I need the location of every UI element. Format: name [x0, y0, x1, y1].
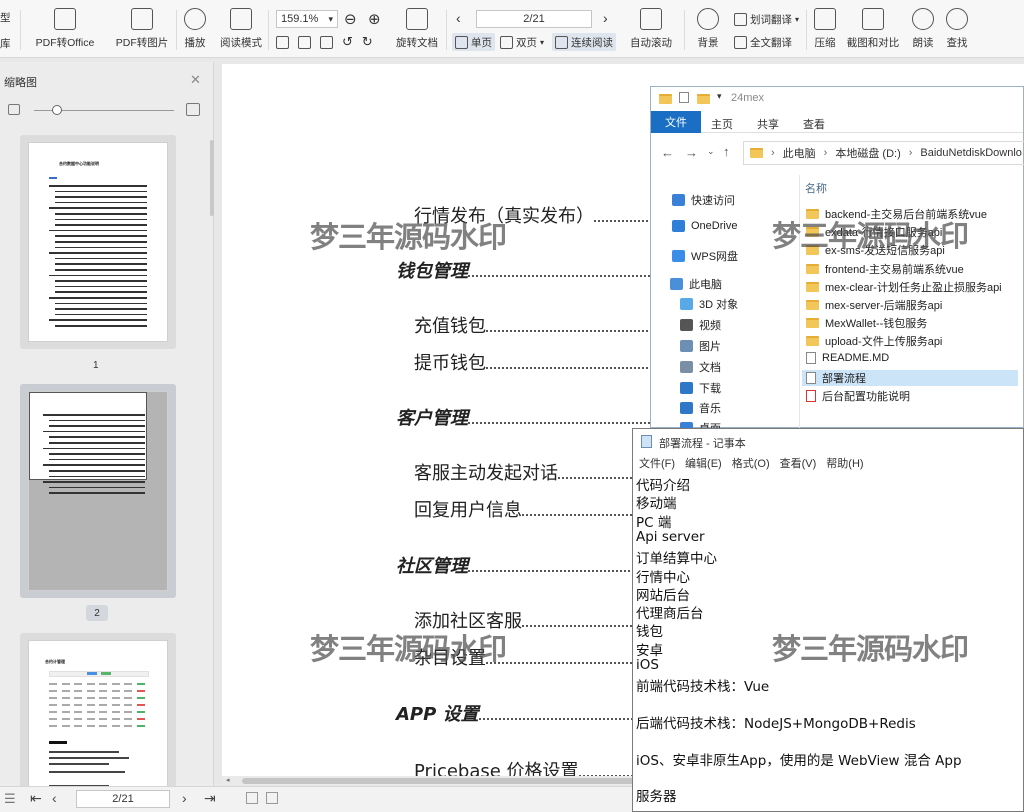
notepad-line: 钱包 — [636, 624, 663, 641]
notepad-line: iOS、安卓非原生App，使用的是 WebView 混合 App — [636, 752, 962, 769]
notepad-line: 行情中心 — [636, 569, 690, 586]
notepad-line: 后端代码技术栈：NodeJS+MongoDB+Redis — [636, 715, 916, 732]
notepad-text-area[interactable]: 代码介绍移动端 PC 端 Api server 订单结算中心 行情中心 网站后台代理商后台… — [0, 0, 1024, 812]
notepad-line: 服务器 — [636, 789, 677, 806]
notepad-line: Api server — [636, 528, 705, 545]
notepad-line: 代理商后台 — [636, 606, 704, 623]
notepad-line: 网站后台 — [636, 587, 690, 604]
notepad-line: 前端代码技术栈：Vue — [636, 679, 770, 696]
notepad-line: iOS — [636, 657, 659, 673]
notepad-line: 订单结算中心 — [636, 551, 717, 568]
watermark: 梦三年源码水印 — [772, 219, 969, 253]
notepad-line: 代码介绍 — [636, 478, 690, 494]
notepad-line: 安卓 — [636, 642, 663, 659]
notepad-line: PC 端 — [636, 514, 672, 531]
notepad-line: 移动端 — [636, 496, 677, 513]
watermark: 梦三年源码水印 — [772, 632, 969, 666]
